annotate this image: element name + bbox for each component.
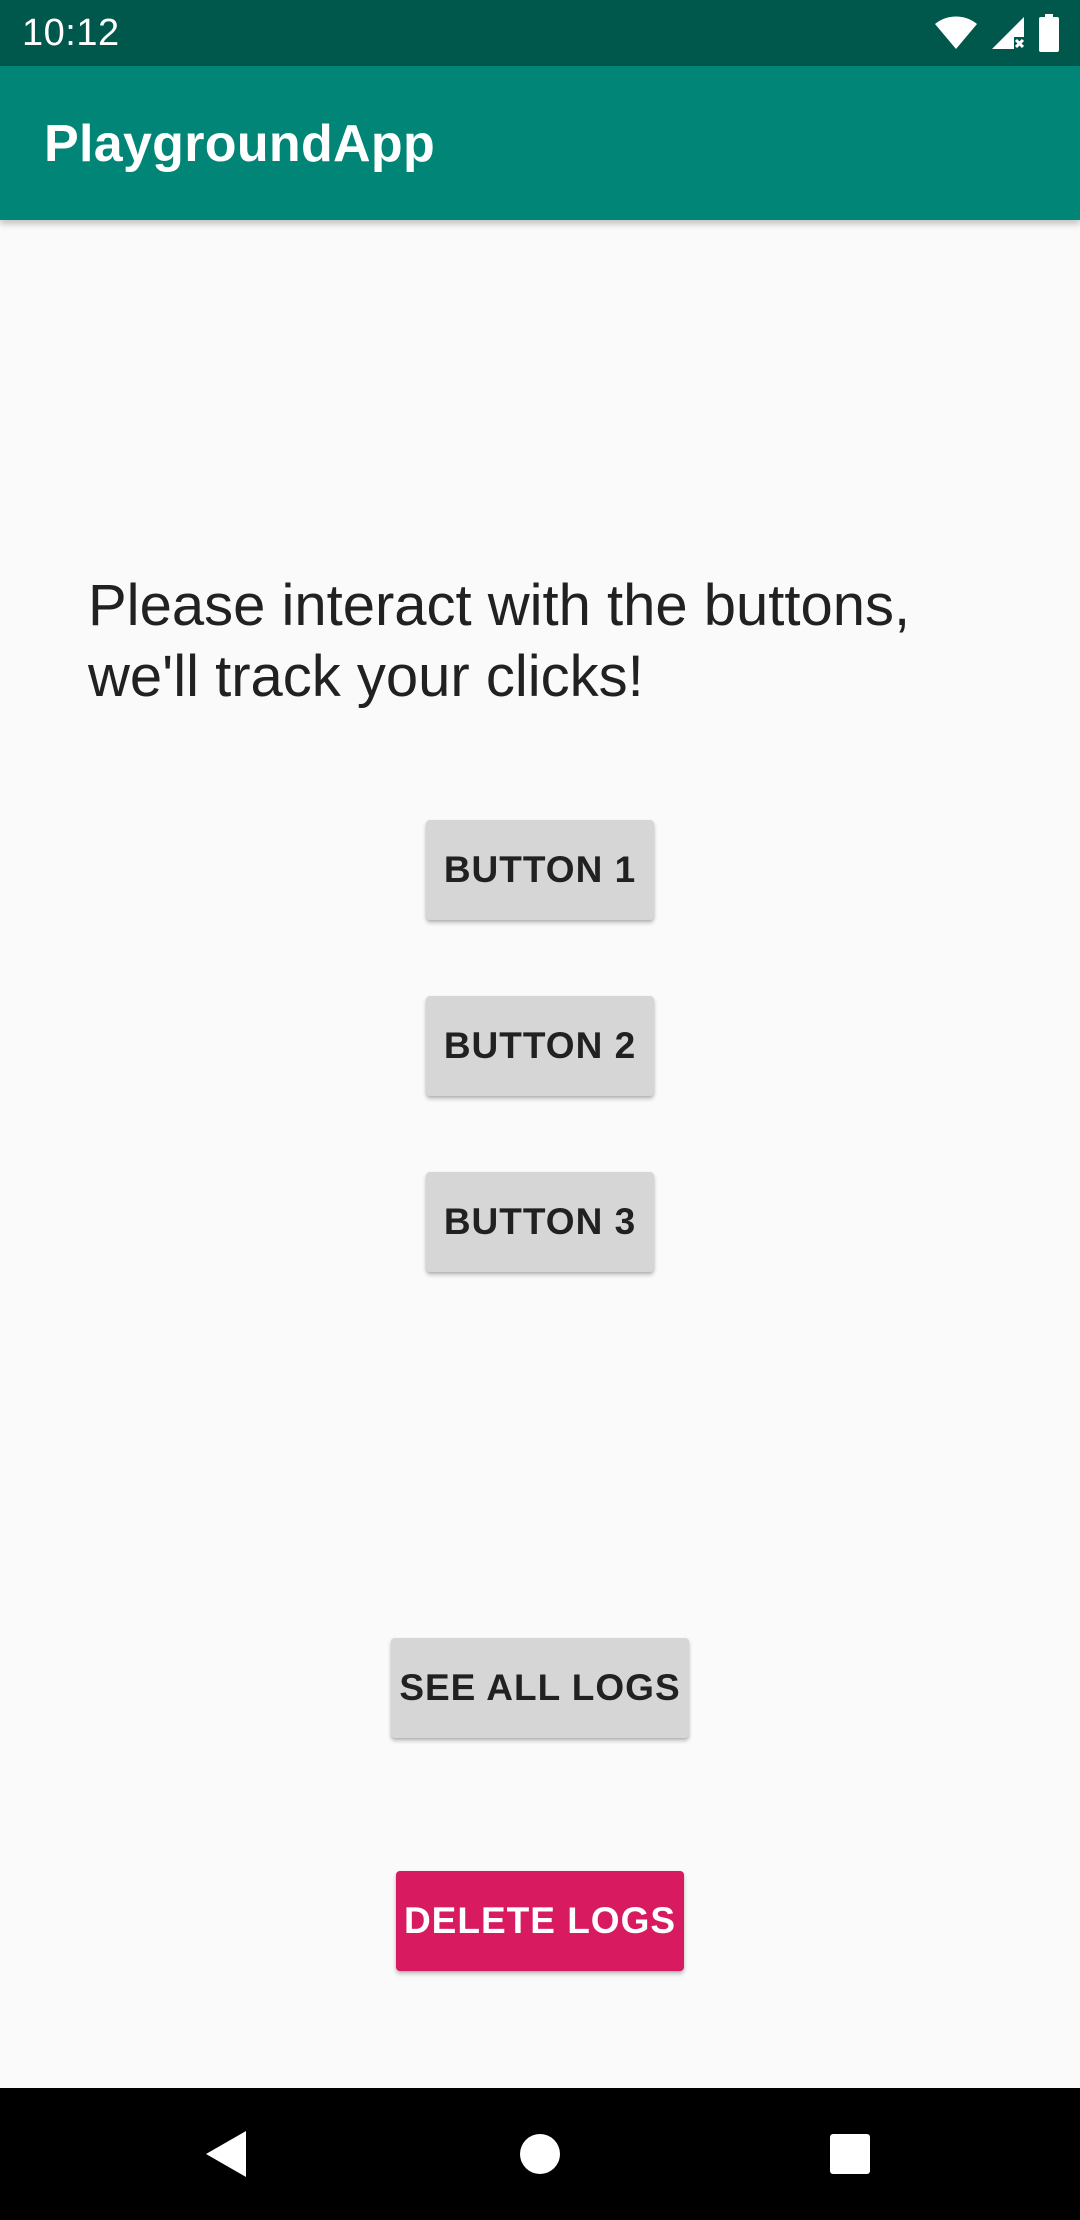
cell-signal-icon [990,15,1026,51]
home-icon [520,2134,560,2174]
recents-icon [830,2134,870,2174]
back-button[interactable] [186,2118,266,2190]
see-all-logs-button[interactable]: SEE ALL LOGS [391,1638,689,1738]
home-button[interactable] [500,2118,580,2190]
battery-icon [1038,14,1060,52]
button-1[interactable]: BUTTON 1 [426,820,654,920]
navigation-bar [0,2088,1080,2220]
button-3[interactable]: BUTTON 3 [426,1172,654,1272]
status-icons [934,12,1060,54]
app-bar: PlaygroundApp [0,66,1080,220]
wifi-icon [934,15,978,51]
button-2[interactable]: BUTTON 2 [426,996,654,1096]
screen: 10:12 PlaygroundApp Please interact with… [0,0,1080,2220]
status-time: 10:12 [22,12,120,54]
status-bar: 10:12 [0,0,1080,66]
recents-button[interactable] [810,2118,890,2190]
delete-logs-button[interactable]: DELETE LOGS [396,1871,684,1971]
app-title: PlaygroundApp [44,115,436,173]
back-icon [206,2131,246,2177]
instructions-text: Please interact with the buttons, we'll … [88,573,911,709]
